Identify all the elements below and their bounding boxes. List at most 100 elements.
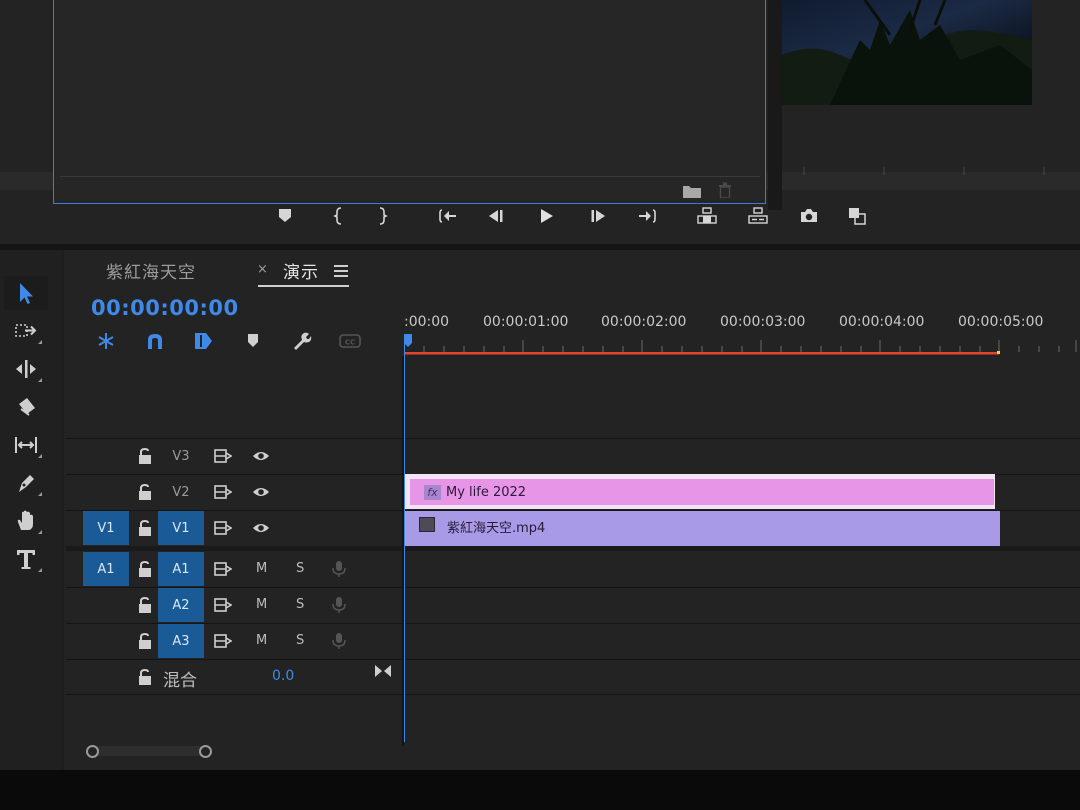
track-target-a3[interactable]: A3: [158, 624, 204, 658]
sync-lock-icon[interactable]: [214, 560, 232, 578]
mute-button[interactable]: M: [256, 633, 267, 648]
lock-icon[interactable]: [136, 596, 154, 614]
voiceover-mic-icon[interactable]: [330, 560, 348, 578]
solo-button[interactable]: S: [296, 561, 304, 576]
go-to-end-icon[interactable]: [374, 663, 392, 677]
video-audio-divider[interactable]: [66, 546, 1080, 551]
slip-tool-icon[interactable]: [4, 428, 48, 462]
lock-icon[interactable]: [136, 668, 154, 686]
sync-lock-icon[interactable]: [214, 519, 232, 537]
track-header-a3: A3 M S: [66, 624, 402, 658]
program-ruler-ticks: [790, 160, 1080, 175]
tab-sequence-1[interactable]: 紫紅海天空: [106, 258, 196, 283]
pen-tool-icon[interactable]: [4, 466, 48, 500]
scroll-zoom-handle-left[interactable]: [86, 745, 99, 758]
track-header-a1: A1 A1 M S: [66, 552, 402, 586]
clip-name: My life 2022: [446, 485, 527, 500]
lock-icon[interactable]: [136, 447, 154, 465]
title-clip-body: fx My life 2022: [410, 479, 994, 505]
sync-lock-icon[interactable]: [214, 632, 232, 650]
mix-track-label: 混合: [163, 671, 197, 691]
mix-volume-value[interactable]: 0.0: [272, 668, 294, 684]
scroll-zoom-handle-right[interactable]: [199, 745, 212, 758]
clip-name: 紫紅海天空.mp4: [447, 521, 546, 536]
type-tool-icon[interactable]: [4, 542, 48, 576]
solo-button[interactable]: S: [296, 633, 304, 648]
go-to-out-icon[interactable]: [634, 203, 660, 229]
time-ruler[interactable]: [403, 334, 1080, 356]
solo-button[interactable]: S: [296, 597, 304, 612]
track-select-tool-icon[interactable]: [4, 314, 48, 348]
ruler-label: 00:00:02:00: [601, 314, 687, 330]
mark-out-icon[interactable]: [370, 203, 396, 229]
track-divider: [66, 694, 1080, 695]
step-back-icon[interactable]: [483, 203, 509, 229]
sync-lock-icon[interactable]: [214, 447, 232, 465]
timeline-settings-wrench-icon[interactable]: [289, 330, 313, 352]
tools-panel: [0, 250, 62, 770]
extract-icon[interactable]: [745, 203, 771, 229]
trash-icon[interactable]: [718, 182, 732, 199]
sync-lock-icon[interactable]: [214, 483, 232, 501]
step-forward-icon[interactable]: [585, 203, 611, 229]
selection-tool-icon[interactable]: [4, 276, 48, 310]
transport-controls: [270, 203, 890, 229]
title-clip[interactable]: fx My life 2022: [405, 474, 995, 509]
dialog-shadow: [768, 0, 782, 210]
go-to-in-icon[interactable]: [435, 203, 461, 229]
ruler-label: 00:00:03:00: [720, 314, 806, 330]
razor-tool-icon[interactable]: [4, 390, 48, 424]
program-monitor-preview: [770, 0, 1032, 105]
track-target-v2[interactable]: V2: [158, 475, 204, 509]
new-bin-folder-icon[interactable]: [683, 183, 701, 198]
eye-icon[interactable]: [252, 483, 270, 501]
track-header-v3: V3: [66, 439, 402, 473]
ruler-label: 00:00:01:00: [483, 314, 569, 330]
lock-icon[interactable]: [136, 519, 154, 537]
ruler-label: :00:00: [404, 314, 450, 330]
export-frame-icon[interactable]: [796, 203, 822, 229]
floating-dialog[interactable]: [53, 0, 766, 204]
snap-magnet-icon[interactable]: [143, 330, 167, 352]
lift-icon[interactable]: [694, 203, 720, 229]
tab-close-button[interactable]: ×: [257, 262, 268, 277]
video-clip-icon: [419, 517, 435, 532]
time-ruler-labels: :00:00 00:00:01:00 00:00:02:00 00:00:03:…: [404, 314, 1080, 334]
eye-icon[interactable]: [252, 519, 270, 537]
eye-icon[interactable]: [252, 447, 270, 465]
track-target-a1[interactable]: A1: [158, 552, 204, 586]
voiceover-mic-icon[interactable]: [330, 596, 348, 614]
mute-button[interactable]: M: [256, 561, 267, 576]
playhead-timecode[interactable]: 00:00:00:00: [91, 296, 239, 320]
mute-button[interactable]: M: [256, 597, 267, 612]
ripple-edit-tool-icon[interactable]: [4, 352, 48, 386]
svg-text:CC: CC: [345, 339, 355, 347]
tab-sequence-2[interactable]: 演示: [283, 258, 319, 283]
video-clip[interactable]: 紫紅海天空.mp4: [405, 511, 1000, 546]
timeline-scroll-thumb[interactable]: [92, 746, 204, 756]
hand-tool-icon[interactable]: [4, 504, 48, 538]
lock-icon[interactable]: [136, 560, 154, 578]
voiceover-mic-icon[interactable]: [330, 632, 348, 650]
playhead-line[interactable]: [404, 342, 405, 742]
nest-sequence-icon[interactable]: [94, 330, 118, 352]
lock-icon[interactable]: [136, 632, 154, 650]
track-target-v1[interactable]: V1: [158, 511, 204, 545]
compare-view-icon[interactable]: [844, 203, 870, 229]
panel-menu-icon[interactable]: [334, 262, 348, 277]
marker-icon[interactable]: [272, 203, 298, 229]
track-divider: [66, 659, 1080, 660]
sync-lock-icon[interactable]: [214, 596, 232, 614]
source-patch-a1[interactable]: A1: [83, 552, 129, 586]
play-icon[interactable]: [533, 203, 559, 229]
timeline-scrollbar[interactable]: [88, 744, 1080, 758]
add-marker-icon[interactable]: [241, 330, 265, 352]
lock-icon[interactable]: [136, 483, 154, 501]
track-target-a2[interactable]: A2: [158, 588, 204, 622]
mark-in-icon[interactable]: [325, 203, 351, 229]
captions-cc-icon[interactable]: CC: [338, 330, 362, 352]
track-target-v3[interactable]: V3: [158, 439, 204, 473]
source-patch-v1[interactable]: V1: [83, 511, 129, 545]
ruler-label: 00:00:04:00: [839, 314, 925, 330]
linked-selection-icon[interactable]: [191, 330, 215, 352]
